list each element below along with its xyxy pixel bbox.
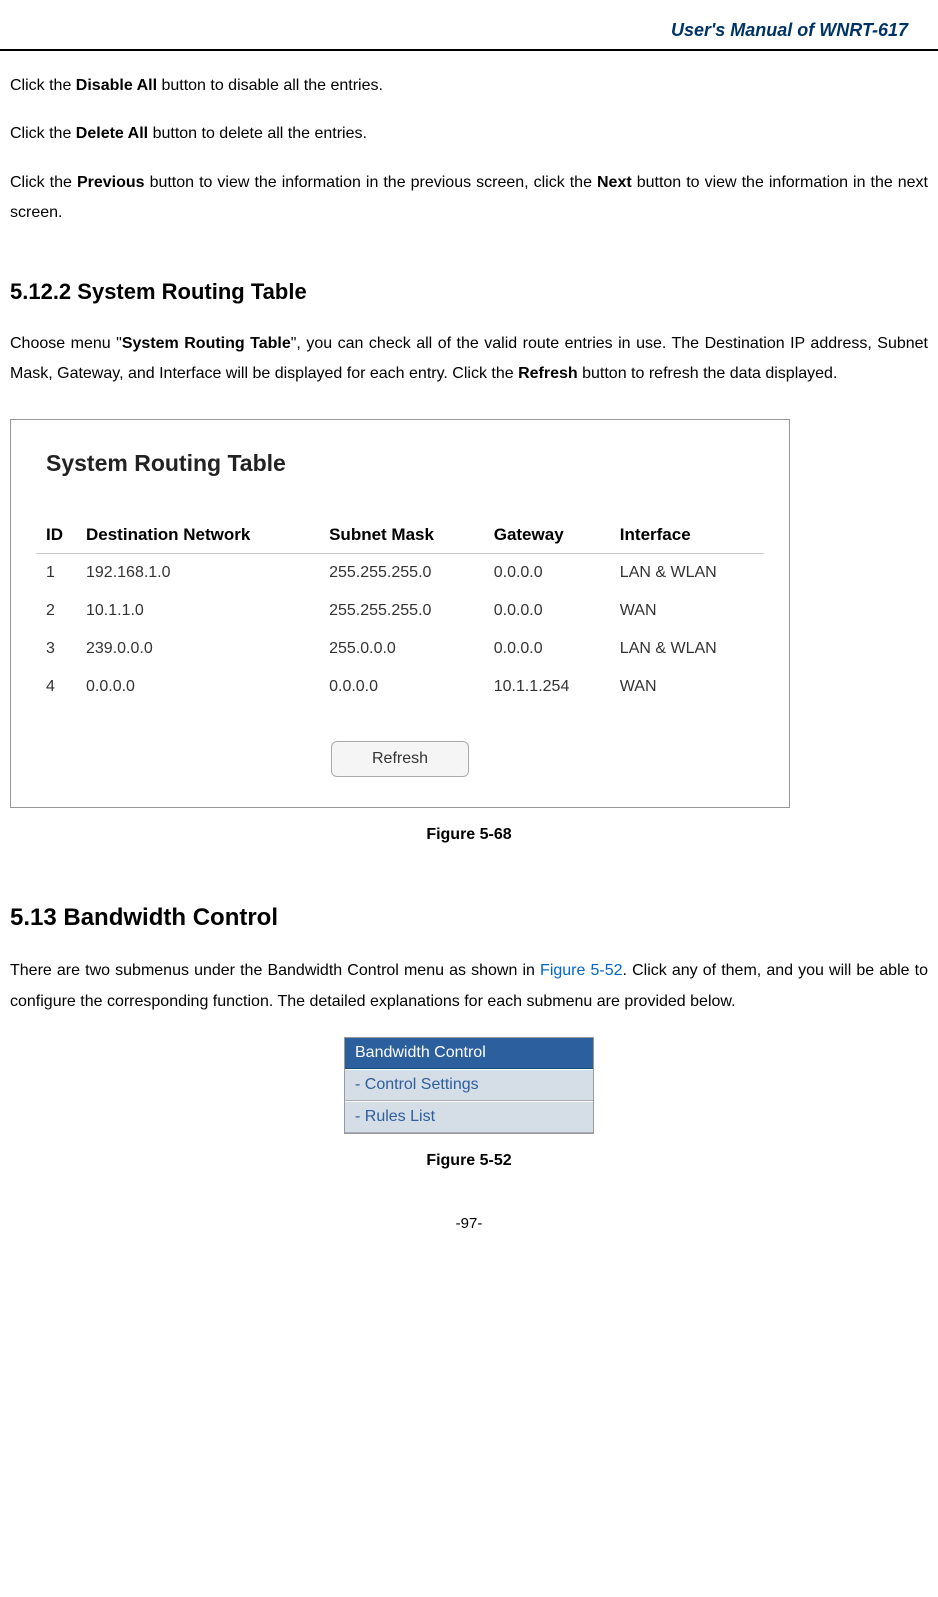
paragraph-delete-all: Click the Delete All button to delete al… <box>10 119 928 149</box>
figure-caption-568: Figure 5-68 <box>10 826 928 844</box>
cell-iface: LAN & WLAN <box>610 630 764 668</box>
routing-table-title: System Routing Table <box>46 450 764 477</box>
cell-dest: 192.168.1.0 <box>76 554 319 593</box>
th-interface: Interface <box>610 517 764 554</box>
menu-item-rules-list[interactable]: - Rules List <box>345 1101 593 1133</box>
bandwidth-menu: Bandwidth Control - Control Settings - R… <box>344 1037 594 1134</box>
menu-item-control-settings[interactable]: - Control Settings <box>345 1069 593 1101</box>
cell-dest: 10.1.1.0 <box>76 592 319 630</box>
table-row: 4 0.0.0.0 0.0.0.0 10.1.1.254 WAN <box>36 668 764 706</box>
bold-disable-all: Disable All <box>76 77 157 94</box>
paragraph-previous-next: Click the Previous button to view the in… <box>10 168 928 229</box>
routing-table: ID Destination Network Subnet Mask Gatew… <box>36 517 764 706</box>
refresh-button[interactable]: Refresh <box>331 741 469 777</box>
th-destination: Destination Network <box>76 517 319 554</box>
bold-next: Next <box>597 174 632 191</box>
cell-id: 1 <box>36 554 76 593</box>
bold-previous: Previous <box>77 174 145 191</box>
table-row: 1 192.168.1.0 255.255.255.0 0.0.0.0 LAN … <box>36 554 764 593</box>
table-row: 2 10.1.1.0 255.255.255.0 0.0.0.0 WAN <box>36 592 764 630</box>
cell-gateway: 10.1.1.254 <box>484 668 610 706</box>
paragraph-bandwidth-control: There are two submenus under the Bandwid… <box>10 956 928 1017</box>
page-header: User's Manual of WNRT-617 <box>0 0 938 49</box>
figure-routing-table: System Routing Table ID Destination Netw… <box>10 419 928 844</box>
manual-title: User's Manual of WNRT-617 <box>671 20 908 40</box>
cell-id: 4 <box>36 668 76 706</box>
cell-mask: 255.255.255.0 <box>319 592 484 630</box>
cell-gateway: 0.0.0.0 <box>484 554 610 593</box>
menu-header-bandwidth[interactable]: Bandwidth Control <box>345 1038 593 1069</box>
cell-id: 2 <box>36 592 76 630</box>
table-header-row: ID Destination Network Subnet Mask Gatew… <box>36 517 764 554</box>
heading-bandwidth-control: 5.13 Bandwidth Control <box>10 904 928 932</box>
link-figure-552[interactable]: Figure 5-52 <box>540 962 622 979</box>
page-number: -97- <box>10 1215 928 1232</box>
cell-mask: 0.0.0.0 <box>319 668 484 706</box>
bold-system-routing-table: System Routing Table <box>122 335 291 352</box>
header-divider <box>0 49 938 51</box>
cell-iface: WAN <box>610 592 764 630</box>
th-gateway: Gateway <box>484 517 610 554</box>
cell-dest: 239.0.0.0 <box>76 630 319 668</box>
heading-system-routing-table: 5.12.2 System Routing Table <box>10 279 928 305</box>
paragraph-system-routing: Choose menu "System Routing Table", you … <box>10 329 928 390</box>
table-row: 3 239.0.0.0 255.0.0.0 0.0.0.0 LAN & WLAN <box>36 630 764 668</box>
cell-mask: 255.255.255.0 <box>319 554 484 593</box>
cell-dest: 0.0.0.0 <box>76 668 319 706</box>
th-subnet-mask: Subnet Mask <box>319 517 484 554</box>
bold-delete-all: Delete All <box>76 125 148 142</box>
th-id: ID <box>36 517 76 554</box>
paragraph-disable-all: Click the Disable All button to disable … <box>10 71 928 101</box>
figure-caption-552: Figure 5-52 <box>10 1152 928 1170</box>
cell-iface: WAN <box>610 668 764 706</box>
cell-id: 3 <box>36 630 76 668</box>
cell-iface: LAN & WLAN <box>610 554 764 593</box>
cell-mask: 255.0.0.0 <box>319 630 484 668</box>
cell-gateway: 0.0.0.0 <box>484 592 610 630</box>
routing-table-panel: System Routing Table ID Destination Netw… <box>10 419 790 808</box>
cell-gateway: 0.0.0.0 <box>484 630 610 668</box>
bold-refresh: Refresh <box>518 365 578 382</box>
